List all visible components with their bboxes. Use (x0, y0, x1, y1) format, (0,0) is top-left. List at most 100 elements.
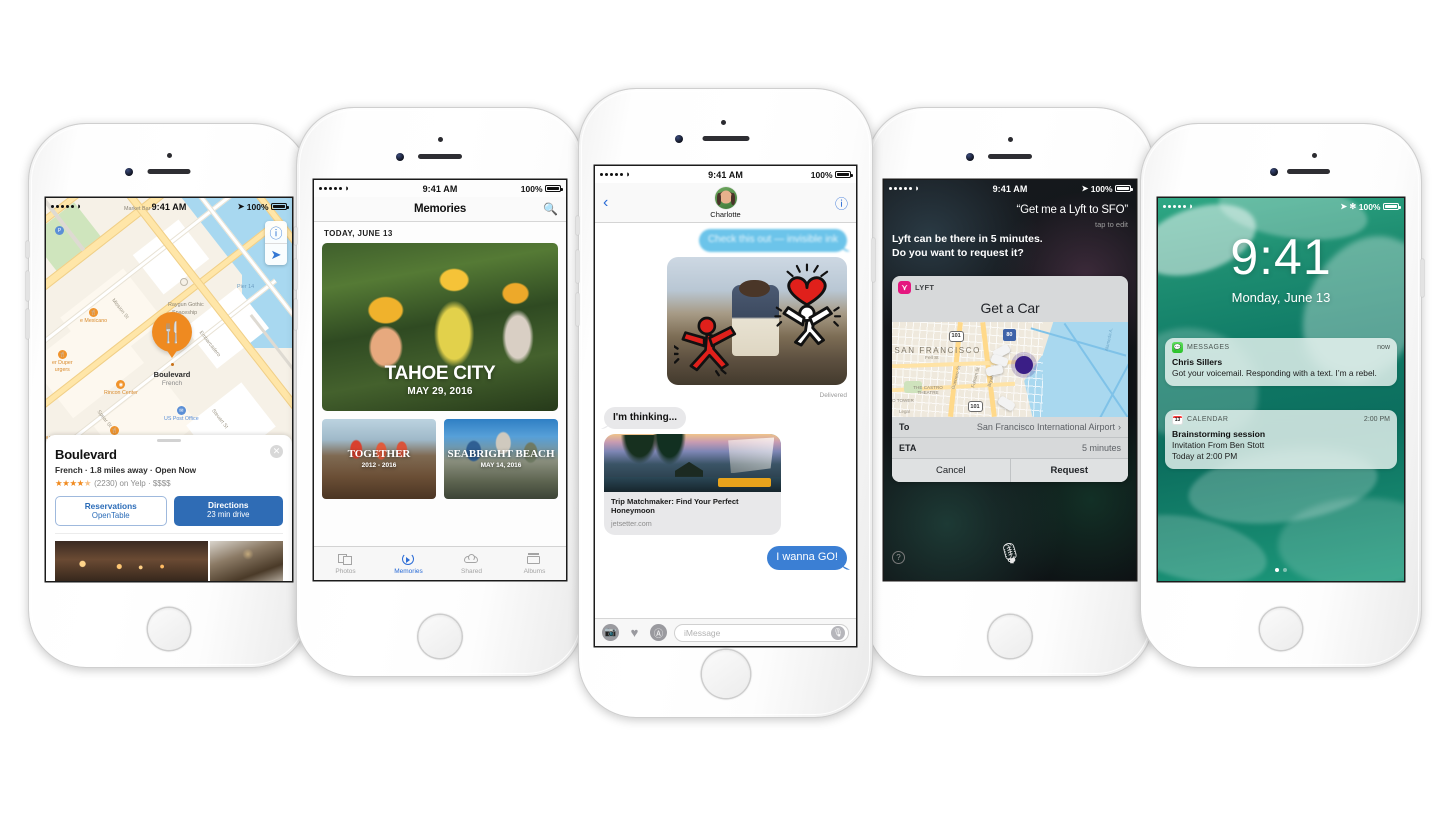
lyft-map[interactable]: 101 80 101 SAN FRANCISCO Fell St Guerrer… (892, 322, 1128, 417)
home-button[interactable] (148, 608, 190, 650)
message-thread[interactable]: Check this out — invisible ink Delivered… (595, 223, 856, 618)
page-dot (1283, 568, 1287, 572)
directions-button[interactable]: Directions 23 min drive (173, 495, 283, 526)
photos-icon (338, 552, 353, 566)
siri-help-icon[interactable]: ? (892, 551, 905, 564)
lyft-card-header: ⋎ LYFT (892, 276, 1128, 299)
destination-key: To (899, 422, 910, 432)
reservations-button[interactable]: Reservations OpenTable (55, 495, 167, 526)
siri-tap-to-edit[interactable]: tap to edit (1095, 220, 1128, 229)
phone-lockscreen: ◗ ➤ ✻ 100% 9:41 Monday, June 13 💬 MESSAG… (1140, 123, 1424, 668)
info-icon[interactable]: ⓘ (835, 194, 848, 213)
notification-body: Brainstorming session Invitation From Be… (1165, 428, 1397, 469)
place-rating: ★★★★ ★ (2230) on Yelp · $$$$ (55, 478, 283, 489)
memory-photo: TOGETHER 2012 - 2016 (322, 419, 436, 499)
front-camera-icon (396, 153, 404, 161)
locate-icon[interactable]: ➤ (265, 243, 287, 265)
home-button[interactable] (1260, 608, 1302, 650)
wifi-icon: ◗ (625, 169, 631, 179)
place-photo[interactable] (210, 540, 283, 581)
memory-date: MAY 14, 2016 (480, 462, 522, 470)
signal-dots-icon (51, 204, 74, 209)
poi-label: er Duper (52, 360, 73, 366)
message-image-attachment[interactable] (667, 256, 847, 385)
proximity-sensor-icon (167, 153, 172, 158)
photos-screen: ◗ 9:41 AM 100% Memories 🔍 TODAY, JUNE 13 (314, 180, 566, 580)
notification-app-name: MESSAGES (1187, 344, 1230, 351)
notification-body: Chris Sillers Got your voicemail. Respon… (1165, 356, 1397, 386)
message-link-preview[interactable]: 👍 Trip Matchmaker: Find Your Perfect Hon… (604, 434, 782, 535)
tab-label: Albums (523, 568, 546, 575)
battery-icon (1383, 202, 1401, 211)
earpiece-speaker (1287, 169, 1330, 174)
card-grabber[interactable] (157, 439, 181, 442)
back-chevron-icon[interactable]: ‹ (603, 194, 608, 212)
place-photo[interactable] (55, 540, 209, 581)
battery-percent: 100% (520, 183, 543, 194)
reservations-sublabel: OpenTable (91, 511, 130, 520)
proximity-sensor-icon (1008, 137, 1013, 142)
message-bubble-received[interactable]: I'm thinking... (604, 406, 687, 429)
map-city-label: SAN FRANCISCO (894, 345, 981, 355)
info-icon[interactable]: ⓘ (265, 221, 287, 243)
cloud-icon (464, 552, 479, 566)
memory-card[interactable]: SEABRIGHT BEACH MAY 14, 2016 (444, 419, 558, 499)
status-time: 9:41 AM (151, 201, 187, 212)
boulevard-map-pin[interactable]: 🍴 (152, 312, 192, 352)
contact-name: Charlotte (710, 209, 741, 219)
request-button[interactable]: Request (1009, 459, 1129, 482)
notification-time: 2:00 PM (1363, 416, 1390, 423)
notification-messages[interactable]: 💬 MESSAGES now Chris Sillers Got your vo… (1165, 338, 1397, 386)
lyft-destination-row[interactable]: To San Francisco International Airport › (892, 417, 1128, 437)
notification-text: Got your voicemail. Responding with a te… (1172, 367, 1377, 378)
memory-card[interactable]: TOGETHER 2012 - 2016 (322, 419, 436, 499)
tab-albums[interactable]: Albums (503, 552, 566, 575)
lyft-card[interactable]: ⋎ LYFT Get a Car 101 80 101 SAN FRANCISC… (892, 276, 1128, 482)
calendar-app-icon: 13 (1172, 414, 1183, 425)
directions-label: Directions (207, 499, 249, 510)
front-camera-icon (1270, 168, 1278, 176)
camera-icon[interactable]: 📷 (602, 624, 619, 641)
message-bubble-sent[interactable]: I wanna GO! (767, 545, 847, 570)
memory-caption: TOGETHER 2012 - 2016 (322, 448, 436, 469)
status-bar: ◗ 9:41 AM 100% (314, 180, 566, 197)
imessage-input[interactable]: iMessage 🎙 (674, 623, 849, 642)
memory-featured-card[interactable]: TAHOE CITY MAY 29, 2016 (322, 243, 558, 411)
page-dot-active (1275, 568, 1279, 572)
siri-answer-line2: Do you want to request it? (892, 247, 1024, 260)
map-controls[interactable]: ⓘ ➤ (265, 221, 287, 265)
home-button[interactable] (988, 615, 1032, 658)
tab-shared[interactable]: Shared (440, 552, 503, 575)
restaurant-pin-icon: 🍴 (89, 308, 99, 317)
section-header: TODAY, JUNE 13 (324, 229, 393, 238)
notification-text: Invitation From Ben Stott (1172, 439, 1265, 450)
microphone-icon[interactable]: 🎙 (997, 541, 1022, 566)
microphone-icon[interactable]: 🎙 (831, 625, 845, 640)
tab-memories[interactable]: Memories (377, 552, 440, 575)
memory-date: MAY 29, 2016 (407, 386, 473, 397)
siri-query-text[interactable]: “Get me a Lyft to SFO” (1017, 204, 1129, 216)
shop-pin-icon: ◉ (116, 380, 126, 389)
app-store-icon[interactable]: Ⓐ (650, 624, 667, 641)
home-button[interactable] (418, 615, 462, 658)
map-poi[interactable]: 🍴 er Duper urgers (52, 350, 73, 373)
search-icon[interactable]: 🔍 (543, 202, 558, 216)
link-preview-image (604, 434, 782, 492)
notification-calendar[interactable]: 13 CALENDAR 2:00 PM Brainstorming sessio… (1165, 410, 1397, 470)
message-bubble-invisible-ink[interactable]: Check this out — invisible ink (698, 229, 847, 252)
place-card[interactable]: ✕ Boulevard French · 1.8 miles away · Op… (46, 435, 292, 581)
page-indicator[interactable] (1158, 568, 1404, 572)
close-icon[interactable]: ✕ (270, 445, 283, 458)
digital-touch-icon[interactable]: ♥ (626, 624, 643, 641)
tab-photos[interactable]: Photos (314, 552, 377, 575)
map-poi[interactable]: ✉ US Post Office (164, 406, 199, 422)
cancel-button[interactable]: Cancel (892, 459, 1010, 482)
place-photo-strip[interactable] (55, 532, 283, 581)
messages-screen: ◗ 9:41 AM 100% ‹ Charlotte ⓘ Check this … (595, 166, 856, 646)
status-time: 9:41 AM (992, 183, 1028, 194)
pin-subtitle: French (161, 380, 183, 387)
avatar[interactable] (714, 186, 737, 209)
home-button[interactable] (701, 650, 750, 698)
lyft-actions: Cancel Request (892, 458, 1128, 482)
map-poi[interactable]: 🍴 e Mexicano (80, 308, 107, 324)
